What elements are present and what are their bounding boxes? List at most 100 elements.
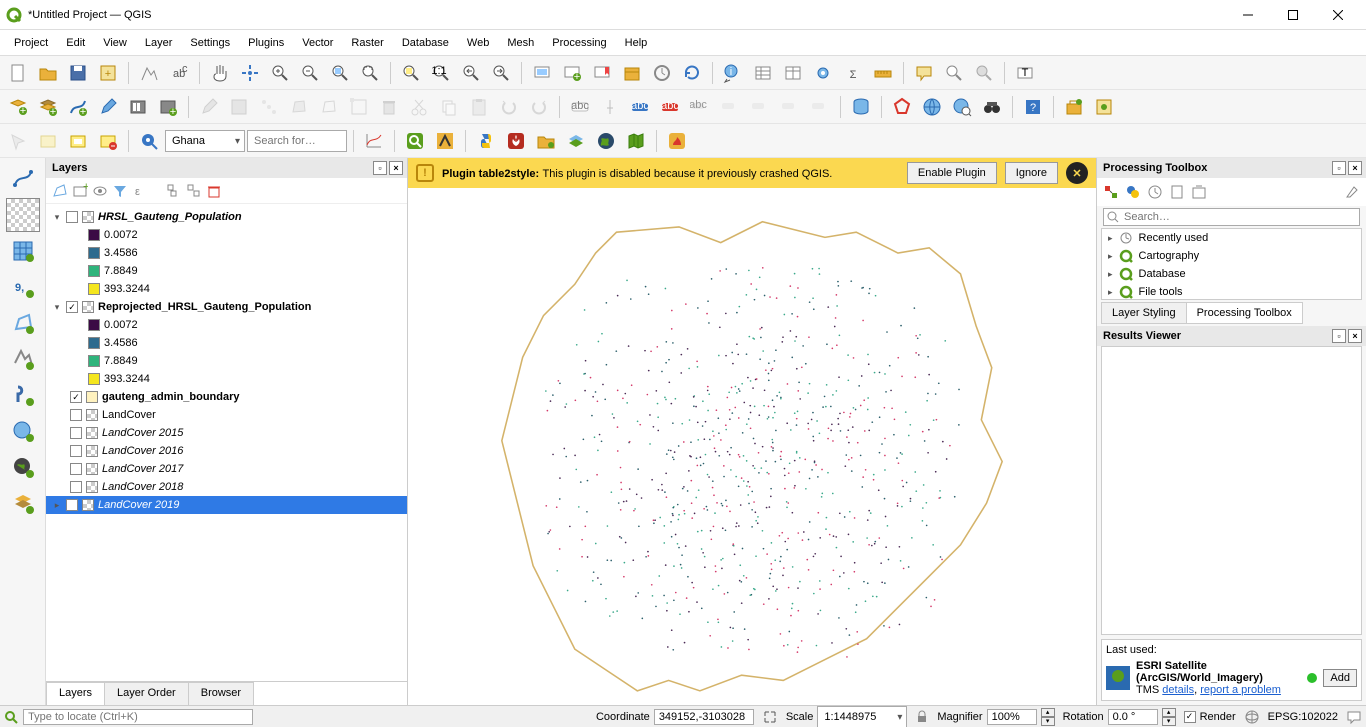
redo-button[interactable]	[525, 93, 553, 121]
label-highlight-red-button[interactable]: abc	[656, 93, 684, 121]
close-banner-icon[interactable]: ✕	[1066, 162, 1088, 184]
menu-vector[interactable]: Vector	[294, 34, 341, 52]
folder-plugin-button[interactable]	[532, 127, 560, 155]
layer-label[interactable]: LandCover 2019	[98, 499, 179, 511]
layers-expand-all-icon[interactable]	[166, 183, 182, 199]
open-attribute-table-button[interactable]	[749, 59, 777, 87]
model-icon[interactable]	[1103, 184, 1119, 200]
expand-toggle[interactable]: ▸	[52, 500, 62, 511]
python-console-button[interactable]	[472, 127, 500, 155]
label-highlight-blue-button[interactable]: abc	[626, 93, 654, 121]
layer-label[interactable]: gauteng_admin_boundary	[102, 391, 240, 403]
save-layer-edits-button[interactable]	[225, 93, 253, 121]
layer-label[interactable]: LandCover 2015	[102, 427, 183, 439]
layer-row[interactable]: ✓gauteng_admin_boundary	[46, 388, 407, 406]
undock-icon[interactable]: ▫	[1332, 329, 1346, 343]
layers-visibility-icon[interactable]	[92, 183, 108, 199]
label-abc-button[interactable]: abc	[566, 93, 594, 121]
zoom-out-button[interactable]	[296, 59, 324, 87]
layer-row[interactable]: LandCover 2015	[46, 424, 407, 442]
processing-group[interactable]: ▸Recently used	[1102, 229, 1361, 247]
rotation-input[interactable]	[1108, 709, 1158, 725]
layer-row[interactable]: LandCover 2016	[46, 442, 407, 460]
plugin-toolbox-button[interactable]	[1060, 93, 1088, 121]
zoom-native-button[interactable]	[326, 59, 354, 87]
layer-row[interactable]: LandCover 2018	[46, 478, 407, 496]
layer-checkbox[interactable]: ✓	[66, 301, 78, 313]
layer-row[interactable]: LandCover	[46, 406, 407, 424]
layer-label[interactable]: Reprojected_HRSL_Gauteng_Population	[98, 301, 311, 313]
save-project-button[interactable]	[64, 59, 92, 87]
menu-project[interactable]: Project	[6, 34, 56, 52]
layer-plugin-button[interactable]	[562, 127, 590, 155]
crs-icon[interactable]	[1244, 709, 1260, 725]
layers-filter-icon[interactable]	[112, 183, 128, 199]
close-panel-icon[interactable]: ×	[389, 161, 403, 175]
layer-label[interactable]: LandCover 2018	[102, 481, 183, 493]
processing-group[interactable]: ▸Cartography	[1102, 247, 1361, 265]
add-vector-layer-button[interactable]: +	[4, 93, 32, 121]
invert-selection-button[interactable]	[64, 127, 92, 155]
layers-styling-icon[interactable]	[52, 183, 68, 199]
map-tips-button[interactable]	[910, 59, 938, 87]
select-search-button[interactable]	[940, 59, 968, 87]
expand-toggle[interactable]: ▾	[52, 302, 62, 313]
current-edits-button[interactable]	[124, 93, 152, 121]
close-button[interactable]	[1315, 0, 1360, 29]
layer-stack-icon[interactable]	[6, 486, 40, 520]
add-raster-icon[interactable]	[6, 198, 40, 232]
render-checkbox[interactable]: ✓	[1184, 711, 1196, 723]
new-bookmark-button[interactable]: +	[558, 59, 586, 87]
edit-script-icon[interactable]	[1191, 184, 1207, 200]
processing-tab-processing-toolbox[interactable]: Processing Toolbox	[1186, 302, 1303, 324]
zoom-layer-button[interactable]: 1:1	[427, 59, 455, 87]
temporal-controller-button[interactable]	[618, 59, 646, 87]
expand-toggle[interactable]: ▾	[52, 212, 62, 223]
web-globe-button[interactable]	[918, 93, 946, 121]
processing-tab-layer-styling[interactable]: Layer Styling	[1101, 302, 1187, 324]
delete-selected-button[interactable]	[375, 93, 403, 121]
processing-search-input[interactable]	[1103, 208, 1360, 226]
move-feature-button[interactable]	[315, 93, 343, 121]
layer-label[interactable]: LandCover	[102, 409, 156, 421]
layer-label[interactable]: HRSL_Gauteng_Population	[98, 211, 242, 223]
measure-button[interactable]	[869, 59, 897, 87]
layer-checkbox[interactable]	[66, 211, 78, 223]
label-hide-button[interactable]	[776, 93, 804, 121]
label-show-button[interactable]	[806, 93, 834, 121]
layers-expression-icon[interactable]: ε	[132, 183, 148, 199]
layers-tab-layers[interactable]: Layers	[46, 682, 105, 705]
options-icon[interactable]	[1344, 184, 1360, 200]
layers-tab-layer-order[interactable]: Layer Order	[104, 682, 189, 705]
layer-row[interactable]: LandCover 2017	[46, 460, 407, 478]
show-bookmarks-button[interactable]	[588, 59, 616, 87]
save-edits-button[interactable]: +	[154, 93, 182, 121]
locator-input[interactable]	[23, 709, 253, 725]
rotation-up[interactable]: ▴	[1162, 708, 1176, 717]
pan-button[interactable]	[206, 59, 234, 87]
add-wcs-icon[interactable]	[6, 450, 40, 484]
srs-plugin-button[interactable]	[663, 127, 691, 155]
zoom-selection-button[interactable]	[397, 59, 425, 87]
plugin-manager-button[interactable]	[1090, 93, 1118, 121]
zoom-in-button[interactable]	[266, 59, 294, 87]
results-icon[interactable]	[1169, 184, 1185, 200]
history-icon[interactable]	[1147, 184, 1163, 200]
close-panel-icon[interactable]: ×	[1348, 329, 1362, 343]
deselect-button[interactable]	[94, 127, 122, 155]
menu-view[interactable]: View	[95, 34, 135, 52]
cut-button[interactable]	[405, 93, 433, 121]
toolbox-button[interactable]	[809, 59, 837, 87]
menu-settings[interactable]: Settings	[182, 34, 238, 52]
label-move-button[interactable]: abc	[686, 93, 714, 121]
layer-checkbox[interactable]	[70, 427, 82, 439]
refresh-button[interactable]	[648, 59, 676, 87]
messages-log-icon[interactable]	[1346, 709, 1362, 725]
plot-button[interactable]	[360, 127, 388, 155]
crs-label[interactable]: EPSG:102022	[1268, 711, 1338, 723]
maximize-button[interactable]	[1270, 0, 1315, 29]
copy-button[interactable]	[435, 93, 463, 121]
layer-checkbox[interactable]	[66, 499, 78, 511]
layers-remove-icon[interactable]	[206, 183, 222, 199]
web-search-button[interactable]	[948, 93, 976, 121]
